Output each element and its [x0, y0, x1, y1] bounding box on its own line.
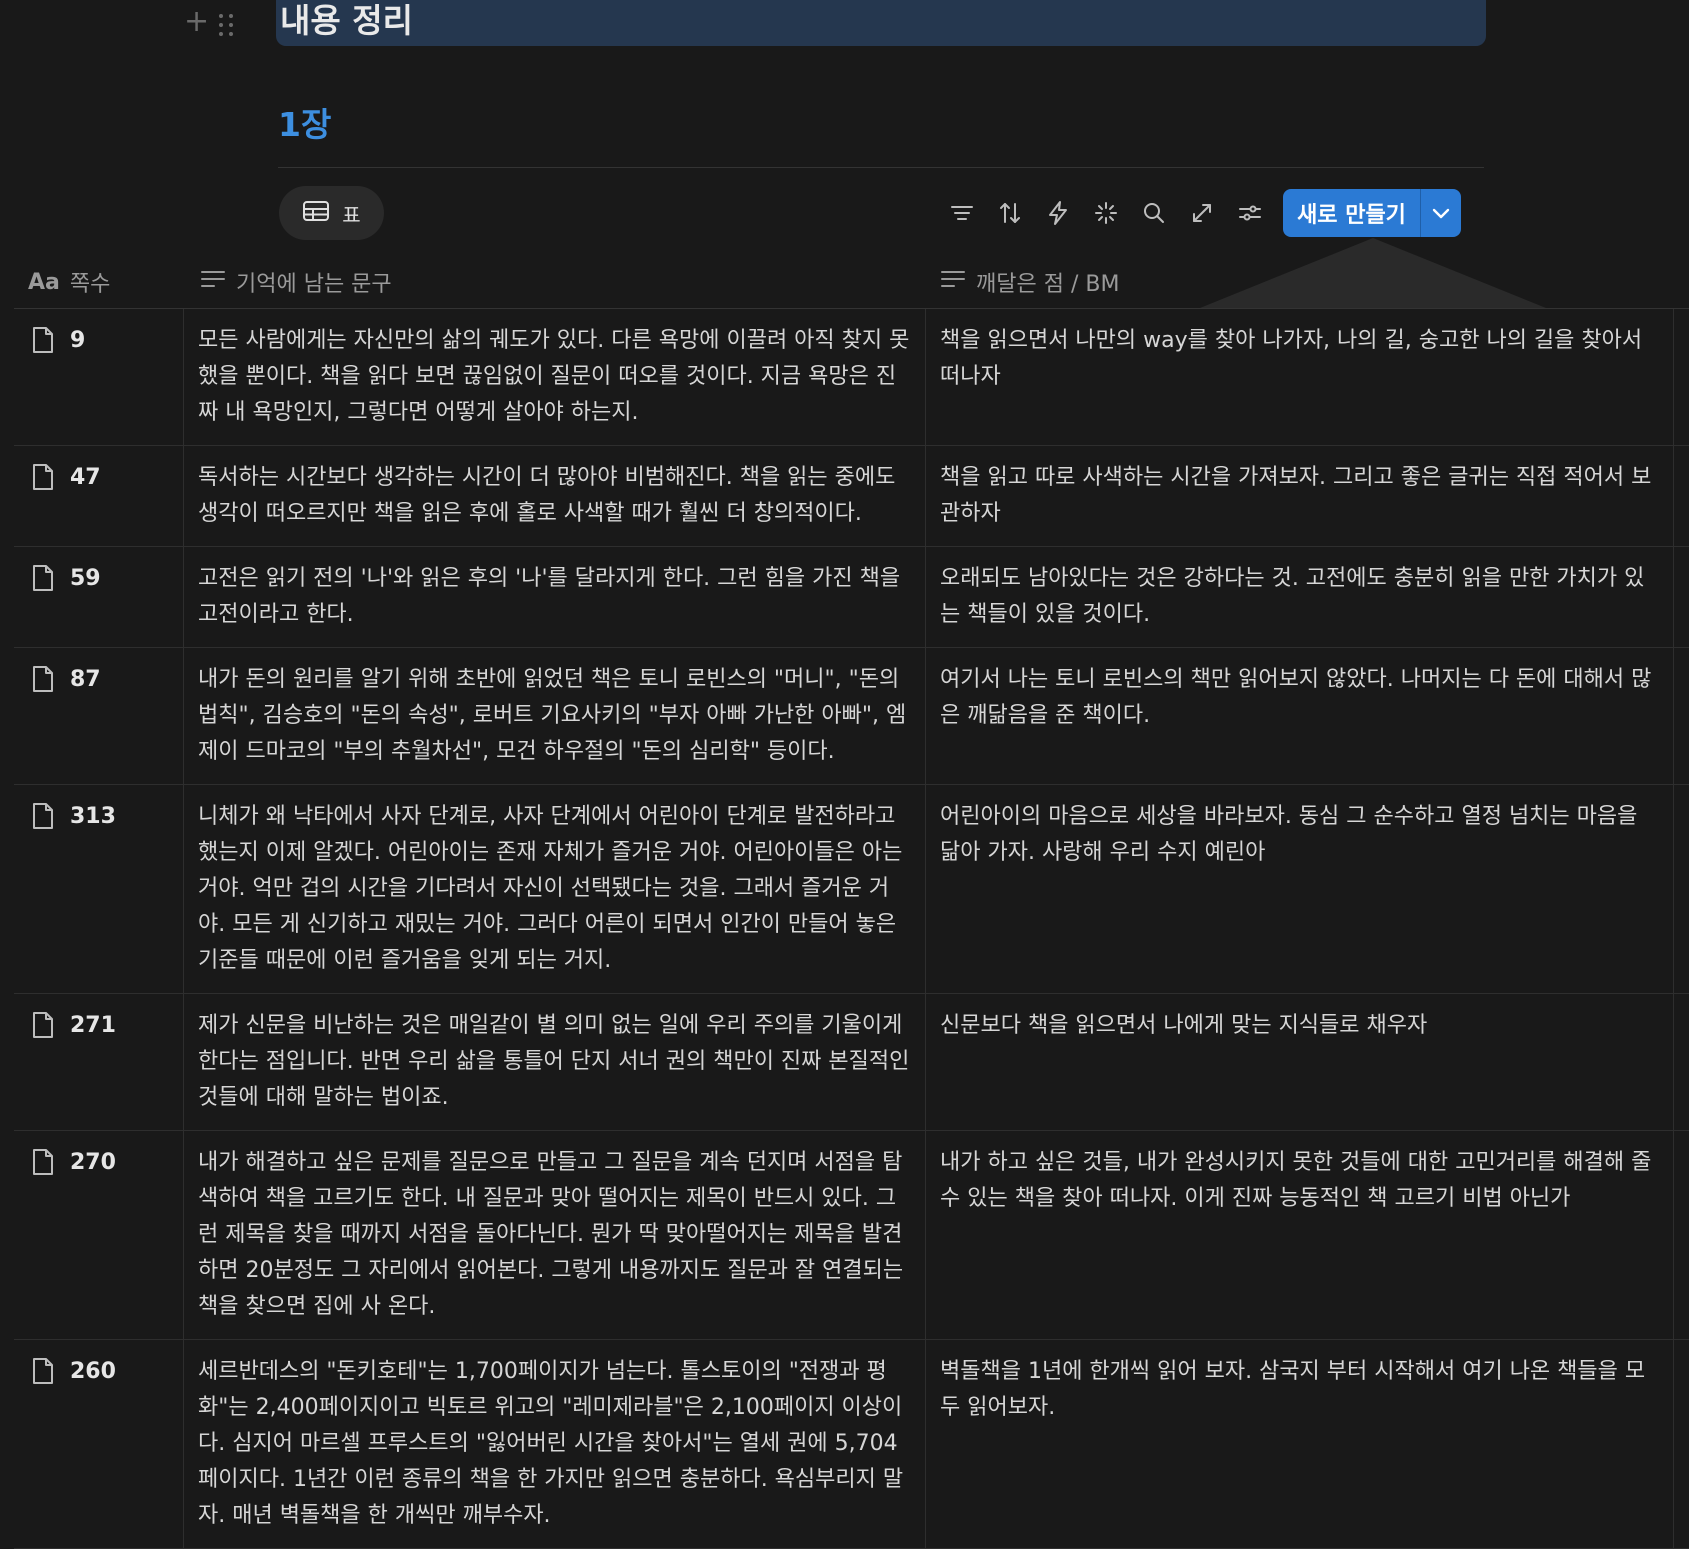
- insight-cell[interactable]: 여기서 나는 토니 로빈스의 책만 읽어보지 않았다. 나머지는 다 돈에 대해…: [926, 648, 1674, 784]
- page-document-icon: [30, 662, 56, 770]
- page-cell[interactable]: 270: [14, 1131, 184, 1339]
- table-body: 9 모든 사람에게는 자신만의 삶의 궤도가 있다. 다른 욕망에 이끌려 아직…: [14, 309, 1689, 1549]
- table-row[interactable]: 9 모든 사람에게는 자신만의 삶의 궤도가 있다. 다른 욕망에 이끌려 아직…: [14, 309, 1689, 446]
- table-row[interactable]: 47 독서하는 시간보다 생각하는 시간이 더 많아야 비범해진다. 책을 읽는…: [14, 446, 1689, 547]
- text-lines-icon: [940, 268, 966, 296]
- table-row[interactable]: 59 고전은 읽기 전의 '나'와 읽은 후의 '나'를 달라지게 한다. 그런…: [14, 547, 1689, 648]
- table-row[interactable]: 87 내가 돈의 원리를 알기 위해 초반에 읽었던 책은 토니 로빈스의 "머…: [14, 648, 1689, 785]
- table-row[interactable]: 260 세르반데스의 "돈키호테"는 1,700페이지가 넘는다. 톨스토이의 …: [14, 1340, 1689, 1549]
- page-number: 87: [70, 667, 101, 692]
- insight-cell[interactable]: 책을 읽으면서 나만의 way를 찾아 나가자, 나의 길, 숭고한 나의 길을…: [926, 309, 1674, 445]
- insight-cell[interactable]: 책을 읽고 따로 사색하는 시간을 가져보자. 그리고 좋은 글귀는 직접 적어…: [926, 446, 1674, 546]
- page-number: 260: [70, 1359, 116, 1384]
- insight-cell[interactable]: 어린아이의 마음으로 세상을 바라보자. 동심 그 순수하고 열정 넘치는 마음…: [926, 785, 1674, 993]
- settings-sliders-icon[interactable]: [1236, 196, 1264, 230]
- sparkle-icon[interactable]: [1092, 196, 1120, 230]
- quote-cell[interactable]: 독서하는 시간보다 생각하는 시간이 더 많아야 비범해진다. 책을 읽는 중에…: [184, 446, 926, 546]
- new-button[interactable]: 새로 만들기: [1283, 189, 1461, 237]
- page-number: 270: [70, 1150, 116, 1175]
- add-block-icon[interactable]: +: [184, 4, 209, 40]
- lightning-icon[interactable]: [1044, 196, 1072, 230]
- drag-handle-icon[interactable]: [219, 9, 234, 36]
- page-cell[interactable]: 87: [14, 648, 184, 784]
- table-view-icon: [302, 199, 330, 227]
- column-header-label: 깨달은 점 / BM: [976, 272, 1120, 297]
- table-row[interactable]: 313 니체가 왜 낙타에서 사자 단계로, 사자 단계에서 어린아이 단계로 …: [14, 785, 1689, 994]
- insight-cell[interactable]: 내가 하고 싶은 것들, 내가 완성시키지 못한 것들에 대한 고민거리를 해결…: [926, 1131, 1674, 1339]
- table-row[interactable]: 271 제가 신문을 비난하는 것은 매일같이 별 의미 없는 일에 우리 주의…: [14, 994, 1689, 1131]
- page-document-icon: [30, 1008, 56, 1116]
- page-document-icon: [30, 1354, 56, 1534]
- quote-cell[interactable]: 내가 돈의 원리를 알기 위해 초반에 읽었던 책은 토니 로빈스의 "머니",…: [184, 648, 926, 784]
- page-document-icon: [30, 799, 56, 979]
- page-number: 313: [70, 804, 116, 829]
- insight-cell[interactable]: 오래되도 남아있다는 것은 강하다는 것. 고전에도 충분히 읽을 만한 가치가…: [926, 547, 1674, 647]
- view-tab-table[interactable]: 표: [279, 186, 384, 240]
- column-header-label: 기억에 남는 문구: [236, 272, 392, 297]
- expand-icon[interactable]: [1188, 196, 1216, 230]
- column-header-quote[interactable]: 기억에 남는 문구: [184, 266, 926, 298]
- page-cell[interactable]: 260: [14, 1340, 184, 1548]
- title-property-icon: Aa: [28, 269, 60, 295]
- quote-cell[interactable]: 제가 신문을 비난하는 것은 매일같이 별 의미 없는 일에 우리 주의를 기울…: [184, 994, 926, 1130]
- text-lines-icon: [200, 268, 226, 296]
- search-icon[interactable]: [1140, 196, 1168, 230]
- page-number: 59: [70, 566, 101, 591]
- page-document-icon: [30, 323, 56, 431]
- filter-icon[interactable]: [948, 196, 976, 230]
- heading-block[interactable]: 내용 정리: [276, 0, 1486, 46]
- database-toolbar: [948, 196, 1264, 230]
- column-header-page[interactable]: Aa 쪽수: [14, 266, 184, 298]
- view-tab-label: 표: [342, 202, 361, 227]
- quote-cell[interactable]: 세르반데스의 "돈키호테"는 1,700페이지가 넘는다. 톨스토이의 "전쟁과…: [184, 1340, 926, 1548]
- column-header-label: 쪽수: [69, 272, 111, 297]
- page-number: 47: [70, 465, 101, 490]
- page-number: 9: [70, 328, 86, 353]
- page-cell[interactable]: 59: [14, 547, 184, 647]
- page-title: 내용 정리: [280, 1, 413, 40]
- chevron-down-icon[interactable]: [1421, 189, 1461, 237]
- page-document-icon: [30, 561, 56, 633]
- database-title[interactable]: 1장: [278, 98, 331, 146]
- page-cell[interactable]: 47: [14, 446, 184, 546]
- page-document-icon: [30, 460, 56, 532]
- table-row[interactable]: 270 내가 해결하고 싶은 문제를 질문으로 만들고 그 질문을 계속 던지며…: [14, 1131, 1689, 1340]
- sort-icon[interactable]: [996, 196, 1024, 230]
- new-button-label[interactable]: 새로 만들기: [1283, 197, 1420, 229]
- quote-cell[interactable]: 니체가 왜 낙타에서 사자 단계로, 사자 단계에서 어린아이 단계로 발전하라…: [184, 785, 926, 993]
- table-header: Aa 쪽수 기억에 남는 문구 깨달은 점 / BM: [14, 256, 1689, 309]
- quote-cell[interactable]: 모든 사람에게는 자신만의 삶의 궤도가 있다. 다른 욕망에 이끌려 아직 찾…: [184, 309, 926, 445]
- column-header-insight[interactable]: 깨달은 점 / BM: [926, 266, 1119, 298]
- page-number: 271: [70, 1013, 116, 1038]
- block-handle[interactable]: +: [184, 4, 234, 40]
- page-cell[interactable]: 9: [14, 309, 184, 445]
- page-cell[interactable]: 271: [14, 994, 184, 1130]
- insight-cell[interactable]: 신문보다 책을 읽으면서 나에게 맞는 지식들로 채우자: [926, 994, 1674, 1130]
- quote-cell[interactable]: 고전은 읽기 전의 '나'와 읽은 후의 '나'를 달라지게 한다. 그런 힘을…: [184, 547, 926, 647]
- page-document-icon: [30, 1145, 56, 1325]
- database-table: Aa 쪽수 기억에 남는 문구 깨달은 점 / BM 9 모든 사람에게는 자신…: [14, 256, 1689, 1549]
- divider: [278, 167, 1484, 168]
- page-cell[interactable]: 313: [14, 785, 184, 993]
- quote-cell[interactable]: 내가 해결하고 싶은 문제를 질문으로 만들고 그 질문을 계속 던지며 서점을…: [184, 1131, 926, 1339]
- insight-cell[interactable]: 벽돌책을 1년에 한개씩 읽어 보자. 삼국지 부터 시작해서 여기 나온 책들…: [926, 1340, 1674, 1548]
